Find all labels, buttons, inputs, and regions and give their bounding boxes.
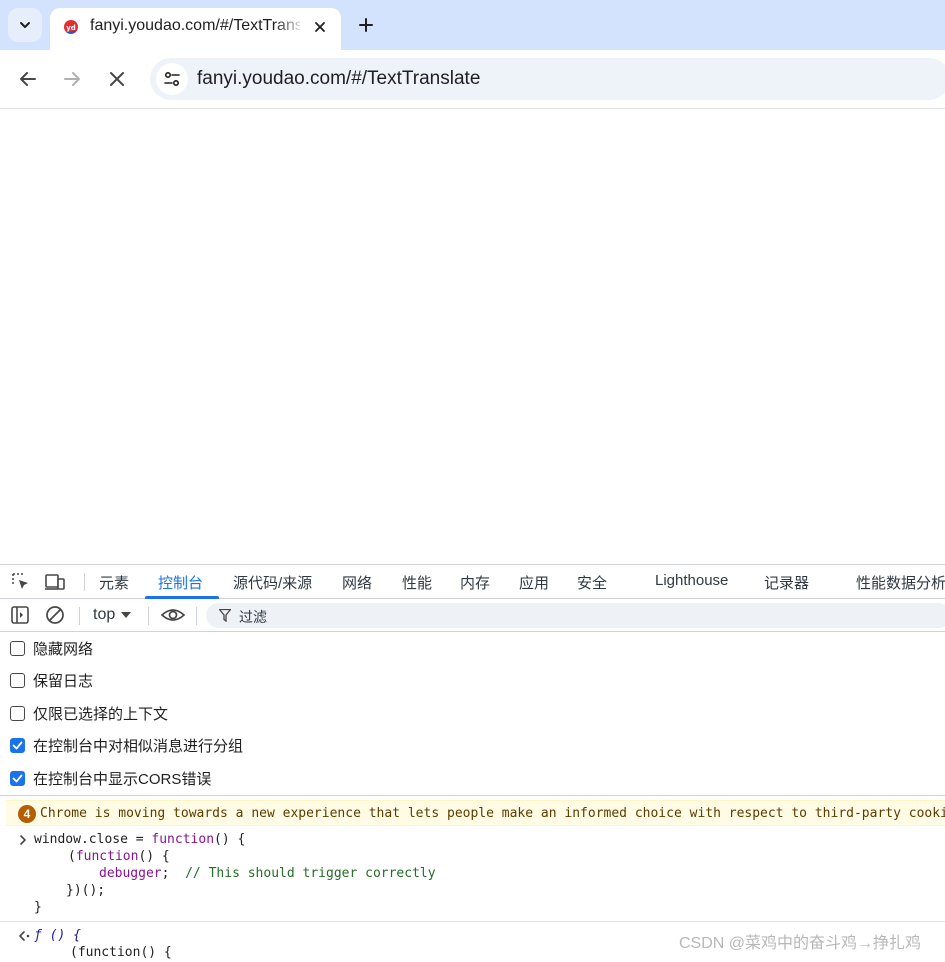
device-toolbar-button[interactable] — [44, 572, 66, 592]
checkbox-checked[interactable] — [10, 737, 25, 753]
close-icon — [110, 72, 124, 86]
filter-placeholder: 过滤 — [239, 609, 267, 625]
url-text: fanyi.youdao.com/#/TextTranslate — [197, 68, 481, 89]
sidebar-icon — [11, 606, 29, 624]
toolbar-divider — [148, 607, 149, 625]
tab-elements[interactable]: 元素 — [99, 572, 129, 593]
arrow-left-icon — [20, 72, 36, 86]
toolbar-divider — [84, 573, 85, 591]
checkbox[interactable] — [10, 705, 25, 721]
code-line: debugger; // This should trigger correct… — [99, 866, 436, 881]
checkmark-icon — [12, 741, 23, 749]
checkbox[interactable] — [10, 640, 25, 656]
tab-search-button[interactable] — [8, 8, 42, 42]
setting-selected-context-only[interactable]: 仅限已选择的上下文 — [10, 703, 168, 723]
eye-icon — [161, 609, 185, 621]
setting-hide-network[interactable]: 隐藏网络 — [10, 638, 93, 658]
tab-performance-insights[interactable]: 性能数据分析 — [856, 572, 945, 593]
code-line: })(); — [66, 883, 106, 898]
return-arrow-icon — [18, 931, 30, 941]
new-tab-button[interactable] — [352, 11, 380, 39]
tab-close-button[interactable] — [309, 16, 331, 38]
setting-show-cors-errors[interactable]: 在控制台中显示CORS错误 — [10, 768, 211, 788]
repeat-count-badge: 4 — [18, 805, 36, 823]
message-divider — [0, 921, 945, 922]
tab-security[interactable]: 安全 — [577, 572, 607, 593]
checkmark-icon — [12, 774, 23, 782]
setting-label: 在控制台中对相似消息进行分组 — [33, 737, 244, 755]
tab-title: fanyi.youdao.com/#/TextTranslate — [90, 17, 300, 34]
clear-console-button[interactable] — [44, 605, 66, 625]
back-button[interactable] — [12, 63, 44, 95]
plus-icon — [359, 18, 373, 32]
filter-icon — [219, 609, 231, 622]
tab-title-fade — [275, 14, 305, 40]
tab-strip: yd fanyi.youdao.com/#/TextTranslate — [0, 0, 945, 50]
tab-recorder[interactable]: 记录器 — [764, 572, 809, 593]
toolbar-divider — [196, 607, 197, 625]
youdao-favicon-icon: yd — [64, 20, 78, 34]
caret-down-icon — [121, 612, 132, 618]
tab-network[interactable]: 网络 — [342, 572, 372, 593]
select-element-icon — [12, 573, 28, 589]
tune-icon — [164, 71, 180, 87]
context-value: top — [93, 606, 116, 623]
console-sidebar-button[interactable] — [9, 605, 31, 625]
tab-sources[interactable]: 源代码/来源 — [233, 572, 312, 593]
code-line: } — [34, 900, 42, 915]
live-expression-button[interactable] — [160, 605, 186, 625]
chevron-right-icon — [20, 835, 27, 845]
setting-preserve-log[interactable]: 保留日志 — [10, 670, 93, 690]
setting-label: 在控制台中显示CORS错误 — [33, 770, 212, 788]
code-line: window.close = function() { — [34, 832, 246, 847]
device-icon — [45, 574, 65, 590]
console-warning-message[interactable]: 4 Chrome is moving towards a new experie… — [6, 800, 945, 826]
tab-performance[interactable]: 性能 — [402, 572, 432, 593]
setting-label: 仅限已选择的上下文 — [33, 705, 169, 723]
checkbox[interactable] — [10, 672, 25, 688]
inspect-element-button[interactable] — [10, 572, 32, 592]
checkbox-checked[interactable] — [10, 770, 25, 786]
toolbar-divider — [79, 607, 80, 625]
setting-label: 隐藏网络 — [33, 640, 94, 658]
stop-loading-button[interactable] — [101, 63, 133, 95]
warning-text: Chrome is moving towards a new experienc… — [40, 806, 945, 821]
context-selector[interactable]: top — [93, 606, 132, 624]
page-viewport[interactable] — [0, 109, 945, 564]
devtools-tab-bar: 元素 控制台 源代码/来源 网络 性能 内存 应用 安全 Lighthouse … — [0, 564, 945, 599]
block-icon — [46, 606, 64, 624]
console-settings-panel: 隐藏网络 保留日志 仅限已选择的上下文 在控制台中对相似消息进行分组 在控制台中… — [0, 632, 945, 796]
browser-toolbar: fanyi.youdao.com/#/TextTranslate — [0, 50, 945, 109]
close-icon — [315, 22, 325, 32]
arrow-right-icon — [64, 72, 80, 86]
tab-memory[interactable]: 内存 — [460, 572, 490, 593]
tab-console[interactable]: 控制台 — [158, 572, 203, 593]
browser-tab[interactable]: yd fanyi.youdao.com/#/TextTranslate — [50, 8, 341, 50]
setting-group-similar[interactable]: 在控制台中对相似消息进行分组 — [10, 735, 243, 755]
code-line: (function() { — [68, 849, 170, 864]
forward-button[interactable] — [56, 63, 88, 95]
address-bar[interactable]: fanyi.youdao.com/#/TextTranslate — [150, 58, 945, 100]
site-info-button[interactable] — [156, 63, 188, 95]
tab-lighthouse[interactable]: Lighthouse — [655, 572, 728, 589]
console-filter-input[interactable]: 过滤 — [206, 603, 945, 628]
setting-label: 保留日志 — [33, 672, 94, 690]
tab-application[interactable]: 应用 — [519, 572, 549, 593]
console-toolbar: top 过滤 — [0, 599, 945, 632]
csdn-watermark: CSDN @菜鸡中的奋斗鸡→挣扎鸡 — [679, 935, 922, 952]
code-line: ƒ () { — [34, 928, 81, 943]
chevron-down-icon — [20, 22, 30, 28]
